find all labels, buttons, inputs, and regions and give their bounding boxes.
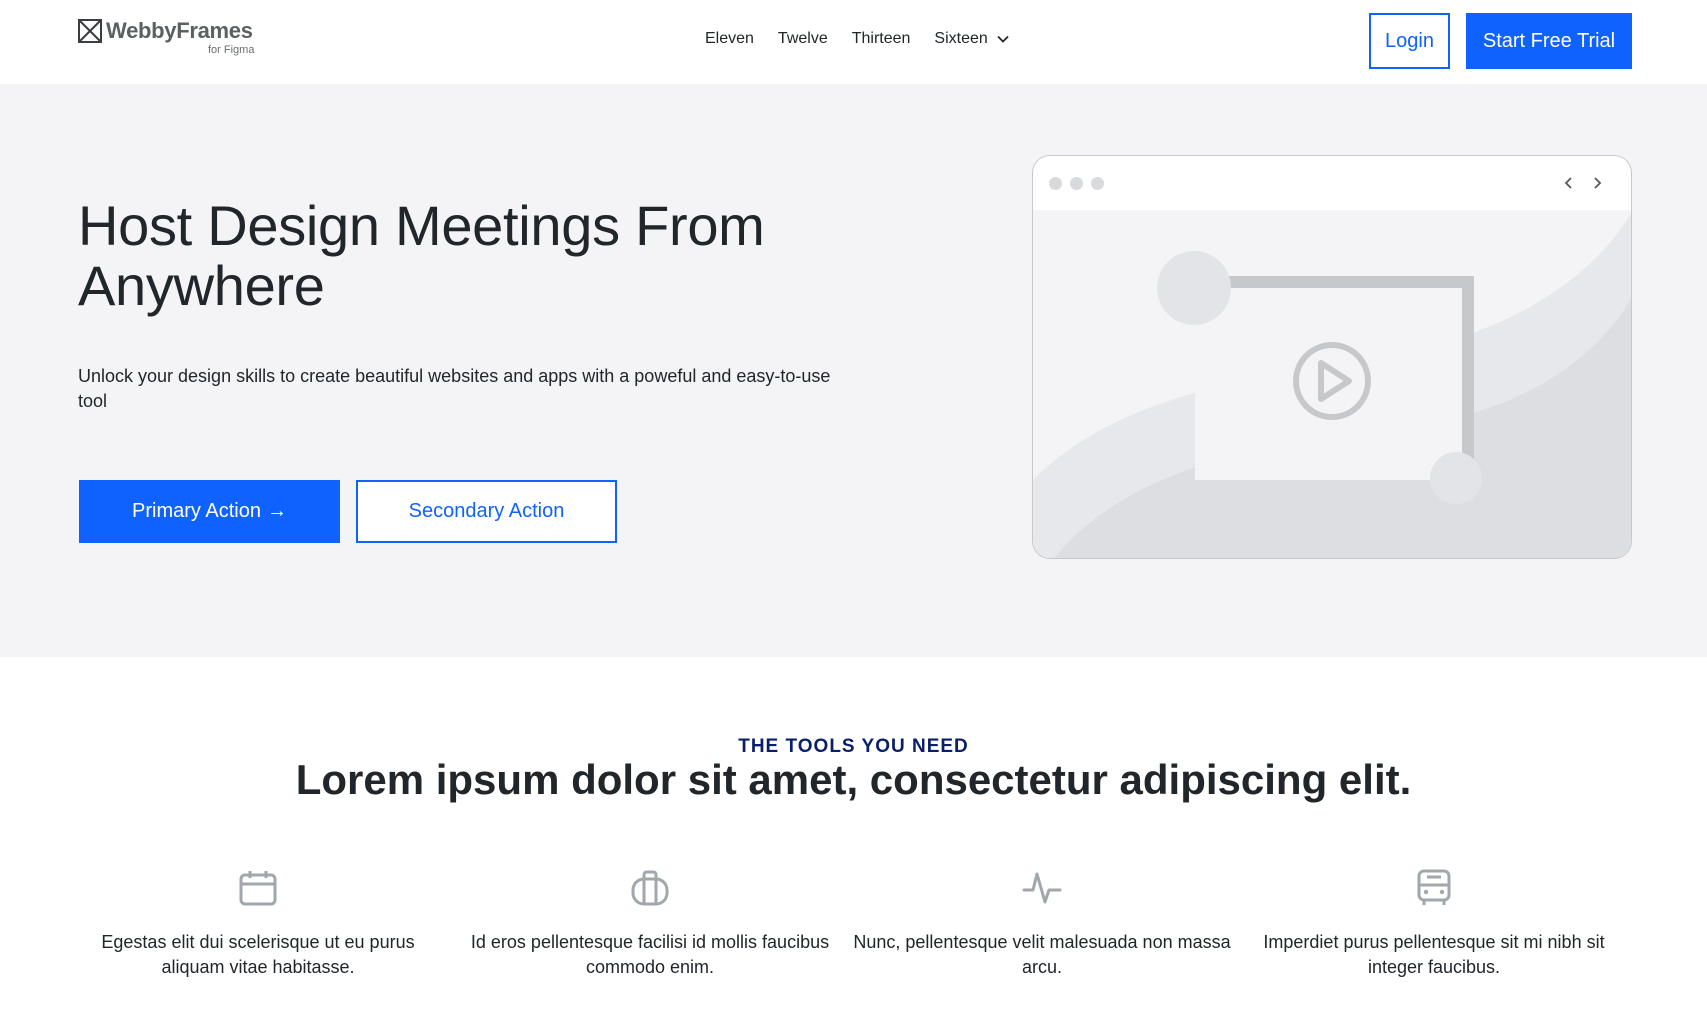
hero-title: Host Design Meetings From Anywhere <box>78 194 765 317</box>
bus-icon <box>1417 869 1451 905</box>
briefcase-icon <box>631 870 669 906</box>
feature-item: Egestas elit dui scelerisque ut eu purus… <box>68 868 448 980</box>
start-free-trial-button[interactable]: Start Free Trial <box>1466 13 1632 69</box>
nav-item-thirteen[interactable]: Thirteen <box>852 30 911 48</box>
activity-icon <box>1022 872 1062 904</box>
calendar-icon <box>239 871 277 906</box>
feature-item: Nunc, pellentesque velit malesuada non m… <box>852 868 1232 980</box>
primary-action-label: Primary Action <box>132 500 261 522</box>
logo-icon <box>78 19 102 43</box>
window-dot-icon <box>1070 177 1083 190</box>
logo-subtitle: for Figma <box>208 44 255 56</box>
window-dot-icon <box>1049 177 1062 190</box>
hero-subtitle: Unlock your design skills to create beau… <box>78 366 831 411</box>
window-dot-icon <box>1091 177 1104 190</box>
nav-item-eleven[interactable]: Eleven <box>705 30 754 48</box>
chevron-left-icon[interactable] <box>1561 175 1577 191</box>
feature-item: Id eros pellentesque facilisi id mollis … <box>460 868 840 980</box>
chevron-right-icon[interactable] <box>1589 175 1605 191</box>
feature-text: Nunc, pellentesque velit malesuada non m… <box>853 932 1231 977</box>
login-button[interactable]: Login <box>1369 13 1450 69</box>
section-title: Lorem ipsum dolor sit amet, consectetur … <box>295 756 1412 803</box>
nav-item-sixteen-label: Sixteen <box>934 30 988 47</box>
hero-section: Host Design Meetings From Anywhere Unloc… <box>0 84 1707 657</box>
browser-toolbar <box>1033 156 1631 210</box>
video-placeholder-illustration <box>1033 210 1631 558</box>
site-header: WebbyFrames for Figma Eleven Twelve Thir… <box>0 0 1707 84</box>
browser-mockup <box>1032 155 1632 559</box>
feature-text: Egestas elit dui scelerisque ut eu purus… <box>101 932 415 977</box>
nav-item-twelve[interactable]: Twelve <box>778 30 828 48</box>
primary-action-button[interactable]: Primary Action → <box>79 480 340 543</box>
feature-item: Imperdiet purus pellentesque sit mi nibh… <box>1244 868 1624 980</box>
nav-item-sixteen-dropdown[interactable]: Sixteen <box>934 30 1009 48</box>
features-list: Egestas elit dui scelerisque ut eu purus… <box>78 868 1632 988</box>
secondary-action-button[interactable]: Secondary Action <box>356 480 617 543</box>
feature-text: Imperdiet purus pellentesque sit mi nibh… <box>1263 932 1605 977</box>
arrow-right-icon: → <box>266 500 287 522</box>
chevron-down-icon <box>997 35 1009 43</box>
logo-name: WebbyFrames <box>106 18 253 43</box>
main-nav: Eleven Twelve Thirteen Sixteen <box>705 30 1010 48</box>
feature-text: Id eros pellentesque facilisi id mollis … <box>470 932 830 977</box>
